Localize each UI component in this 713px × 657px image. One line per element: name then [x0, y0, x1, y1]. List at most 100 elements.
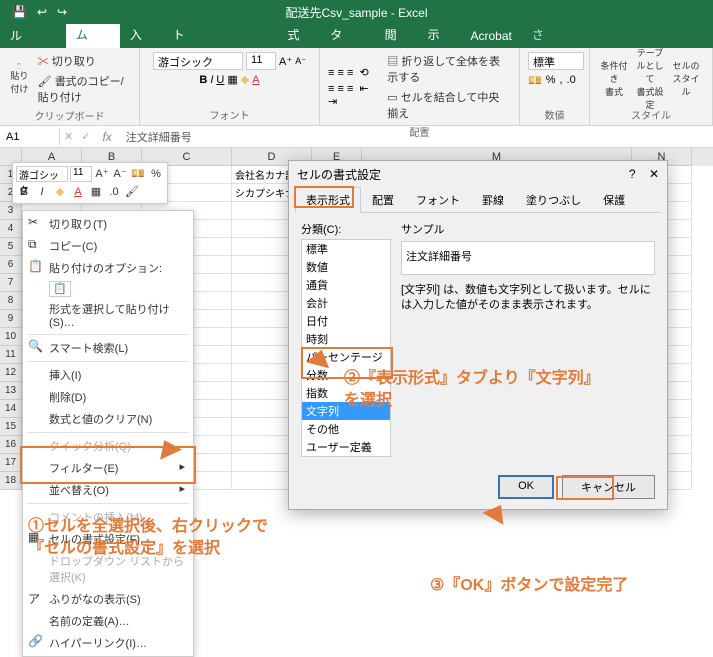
enter-formula-icon[interactable]: ✓: [77, 130, 94, 143]
comma-icon[interactable]: ,: [559, 74, 562, 87]
ctx-item[interactable]: ✂切り取り(T): [23, 213, 193, 235]
ctx-item[interactable]: 数式と値のクリア(N): [23, 408, 193, 430]
bold-button[interactable]: B: [199, 74, 207, 86]
dlg-tab[interactable]: フォント: [405, 187, 471, 212]
dialog-close-icon[interactable]: ✕: [649, 167, 659, 181]
ctx-paste-option[interactable]: 📋: [23, 279, 193, 298]
italic-button[interactable]: I: [210, 74, 213, 86]
ctx-item[interactable]: 名前の定義(A)…: [23, 610, 193, 632]
decrease-font-icon[interactable]: A⁻: [295, 56, 306, 67]
format-table-button[interactable]: テーブルとして 書式設定: [634, 63, 666, 95]
font-color-icon[interactable]: A: [252, 74, 259, 86]
category-item[interactable]: 会計: [302, 294, 390, 312]
save-icon[interactable]: 💾: [12, 5, 27, 19]
ribbon: 貼り付け ✂ 切り取り 🖌 書式のコピー/貼り付け クリップボード 游ゴシック …: [0, 48, 713, 126]
mini-decimal-icon[interactable]: .0: [106, 184, 122, 200]
fill-color-icon[interactable]: ◆: [241, 73, 249, 86]
ok-button[interactable]: OK: [498, 475, 554, 499]
border-icon[interactable]: ▦: [227, 73, 237, 86]
font-family-select[interactable]: 游ゴシック: [153, 52, 243, 70]
category-item[interactable]: 標準: [302, 240, 390, 258]
ctx-item[interactable]: 🔗ハイパーリンク(I)…: [23, 632, 193, 654]
dlg-tab[interactable]: 配置: [361, 187, 405, 212]
mini-percent-icon[interactable]: %: [148, 166, 164, 182]
dlg-tab[interactable]: 表示形式: [295, 187, 361, 213]
ctx-item[interactable]: ⧉コピー(C): [23, 235, 193, 257]
group-styles-label: スタイル: [598, 105, 704, 122]
window-title: 配送先Csv_sample - Excel: [285, 4, 427, 21]
align-icons-row1[interactable]: ≡ ≡ ≡ ⟲: [328, 66, 372, 79]
format-painter-button[interactable]: 🖌 書式のコピー/貼り付け: [35, 72, 131, 106]
mini-fontcolor-icon[interactable]: A: [70, 184, 86, 200]
wrap-text-button[interactable]: ▤ 折り返して全体を表示する: [384, 52, 511, 86]
mini-toolbar: 游ゴシック 11 A⁺ A⁻ 💴 % B I ◆ A ▦ .0 🖌: [12, 162, 168, 204]
increase-font-icon[interactable]: A⁺: [279, 55, 292, 68]
name-box[interactable]: A1: [0, 129, 60, 145]
group-font-label: フォント: [148, 105, 311, 122]
merge-center-button[interactable]: ▭ セルを結合して中央揃え: [384, 88, 511, 122]
category-item[interactable]: 数値: [302, 258, 390, 276]
sample-value: 注文詳細番号: [406, 248, 650, 264]
category-item[interactable]: 通貨: [302, 276, 390, 294]
annotation-step2: ②『表示形式』タブより『文字列』 を選択: [344, 368, 600, 411]
annotation-step3: ③『OK』ボタンで設定完了: [430, 575, 628, 597]
category-item[interactable]: 時刻: [302, 330, 390, 348]
inc-decimal-icon[interactable]: .0: [567, 74, 576, 87]
fx-icon[interactable]: fx: [94, 130, 119, 144]
paste-button[interactable]: 貼り付け: [8, 63, 31, 95]
mini-dec-font-icon[interactable]: A⁻: [112, 166, 128, 182]
cancel-button[interactable]: キャンセル: [562, 475, 655, 499]
menubar: ファイル ホーム 挿入 ページ レイアウト 数式 データ 校閲 表示 Acrob…: [0, 24, 713, 48]
mini-font-family[interactable]: 游ゴシック: [16, 166, 68, 182]
tab-acrobat[interactable]: Acrobat: [461, 24, 522, 48]
undo-icon[interactable]: ↩: [37, 5, 47, 19]
mini-italic-icon[interactable]: I: [34, 184, 50, 200]
context-menu: ✂切り取り(T)⧉コピー(C)📋貼り付けのオプション:📋形式を選択して貼り付け(…: [22, 210, 194, 657]
currency-icon[interactable]: 💴: [528, 74, 542, 87]
ctx-item[interactable]: 削除(D): [23, 386, 193, 408]
category-description: [文字列] は、数値も文字列として扱います。セルには入力した値がそのまま表示され…: [401, 283, 655, 314]
dlg-tab[interactable]: 塗りつぶし: [515, 187, 592, 212]
number-format-select[interactable]: 標準: [528, 52, 584, 70]
percent-icon[interactable]: %: [546, 74, 556, 87]
ctx-item[interactable]: 📋貼り付けのオプション:: [23, 257, 193, 279]
dialog-title: セルの書式設定: [297, 166, 381, 183]
formula-input[interactable]: 注文詳細番号: [120, 127, 198, 147]
cond-format-button[interactable]: 条件付き 書式: [598, 63, 630, 95]
category-label: 分類(C):: [301, 221, 391, 237]
mini-currency-icon[interactable]: 💴: [130, 166, 146, 182]
titlebar: 💾 ↩ ↪ 配送先Csv_sample - Excel: [0, 0, 713, 24]
ctx-item[interactable]: 🔍スマート検索(L): [23, 337, 193, 359]
ctx-item[interactable]: 形式を選択して貼り付け(S)…: [23, 298, 193, 332]
arrow-step3-icon: [468, 500, 512, 548]
ctx-item[interactable]: アふりがなの表示(S): [23, 588, 193, 610]
mini-inc-font-icon[interactable]: A⁺: [94, 166, 110, 182]
arrow-step1-icon: [154, 436, 194, 486]
cancel-formula-icon[interactable]: ✕: [60, 130, 77, 143]
cell-styles-button[interactable]: セルの スタイル: [670, 63, 702, 95]
font-size-select[interactable]: 11: [246, 52, 276, 70]
group-number-label: 数値: [528, 105, 581, 122]
category-item[interactable]: その他: [302, 420, 390, 438]
align-icons-row2[interactable]: ≡ ≡ ≡ ⇤ ⇥: [328, 82, 372, 108]
mini-font-size[interactable]: 11: [70, 166, 92, 182]
dlg-tab[interactable]: 罫線: [471, 187, 515, 212]
mini-painter-icon[interactable]: 🖌: [124, 184, 140, 200]
underline-button[interactable]: U: [216, 74, 224, 86]
mini-border-icon[interactable]: ▦: [88, 184, 104, 200]
group-clipboard-label: クリップボード: [8, 106, 131, 123]
sample-label: サンプル: [401, 221, 655, 237]
dialog-help-icon[interactable]: ?: [629, 167, 636, 181]
redo-icon[interactable]: ↪: [57, 5, 67, 19]
mini-fill-icon[interactable]: ◆: [52, 184, 68, 200]
group-align-label: 配置: [328, 122, 511, 139]
mini-bold-icon[interactable]: B: [16, 184, 32, 200]
dlg-tab[interactable]: 保護: [592, 187, 636, 212]
sample-box: 注文詳細番号: [401, 241, 655, 275]
cut-button[interactable]: ✂ 切り取り: [35, 52, 131, 70]
category-item[interactable]: ユーザー定義: [302, 438, 390, 456]
category-item[interactable]: 日付: [302, 312, 390, 330]
ctx-item[interactable]: 挿入(I): [23, 364, 193, 386]
arrow-step2-icon: [294, 347, 338, 395]
annotation-step1: ①セルを全選択後、右クリックで 『セルの書式設定』を選択: [28, 516, 268, 559]
